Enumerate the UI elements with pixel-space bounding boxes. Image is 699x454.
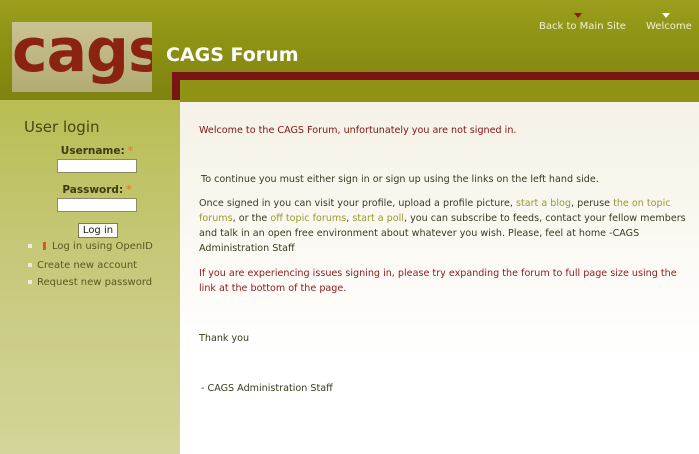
info-text: Once signed in you can visit your profil… <box>199 198 516 209</box>
log-in-button[interactable]: Log in <box>78 223 118 238</box>
logo-text: cags <box>12 22 152 86</box>
password-input[interactable] <box>57 198 137 212</box>
site-title: CAGS Forum <box>166 44 299 66</box>
user-login-title: User login <box>24 118 100 136</box>
username-label: Username: * <box>56 145 138 157</box>
info-text: , or the <box>232 213 271 224</box>
bullet-icon <box>28 244 32 248</box>
bullet-icon <box>28 263 32 267</box>
continue-message: To continue you must either sign in or s… <box>201 174 599 185</box>
header-subbar <box>180 80 699 102</box>
off-topic-forums-link[interactable]: off topic forums <box>270 213 346 224</box>
thanks-text: Thank you <box>199 333 250 344</box>
openid-icon <box>43 242 46 250</box>
sidebar-item-create-account[interactable]: Create new account <box>28 260 137 271</box>
back-to-main-site-link[interactable]: Back to Main Site <box>539 21 626 32</box>
sidebar: User login Username: * Password: * Log in … <box>0 100 180 454</box>
required-marker: * <box>126 184 132 196</box>
signin-issues-message: If you are experiencing issues signing i… <box>199 268 677 294</box>
info-paragraph: Once signed in you can visit your profil… <box>199 196 693 256</box>
bullet-icon <box>28 280 32 284</box>
welcome-marker-icon <box>662 13 670 18</box>
start-blog-link[interactable]: start a blog <box>516 198 571 209</box>
sidebar-item-label: Create new account <box>37 260 138 271</box>
cags-logo[interactable]: cags <box>12 22 152 92</box>
main-content: Welcome to the CAGS Forum, unfortunately… <box>180 102 699 454</box>
password-label: Password: * <box>56 184 138 196</box>
start-poll-link[interactable]: start a poll <box>352 213 404 224</box>
sidebar-item-label: Log in using OpenID <box>52 241 153 252</box>
welcome-message: Welcome to the CAGS Forum, unfortunately… <box>199 125 517 136</box>
welcome-link[interactable]: Welcome <box>646 21 692 32</box>
active-marker-icon <box>574 13 582 18</box>
required-marker: * <box>127 145 134 157</box>
staff-signature: - CAGS Administration Staff <box>201 383 333 394</box>
info-text: , peruse <box>571 198 614 209</box>
sidebar-item-openid[interactable]: Log in using OpenID <box>28 241 153 252</box>
password-label-text: Password: <box>62 184 124 196</box>
username-input[interactable] <box>57 159 137 173</box>
sidebar-item-label: Request new password <box>37 277 153 288</box>
sidebar-item-request-password[interactable]: Request new password <box>28 277 152 288</box>
username-label-text: Username: <box>60 145 125 157</box>
